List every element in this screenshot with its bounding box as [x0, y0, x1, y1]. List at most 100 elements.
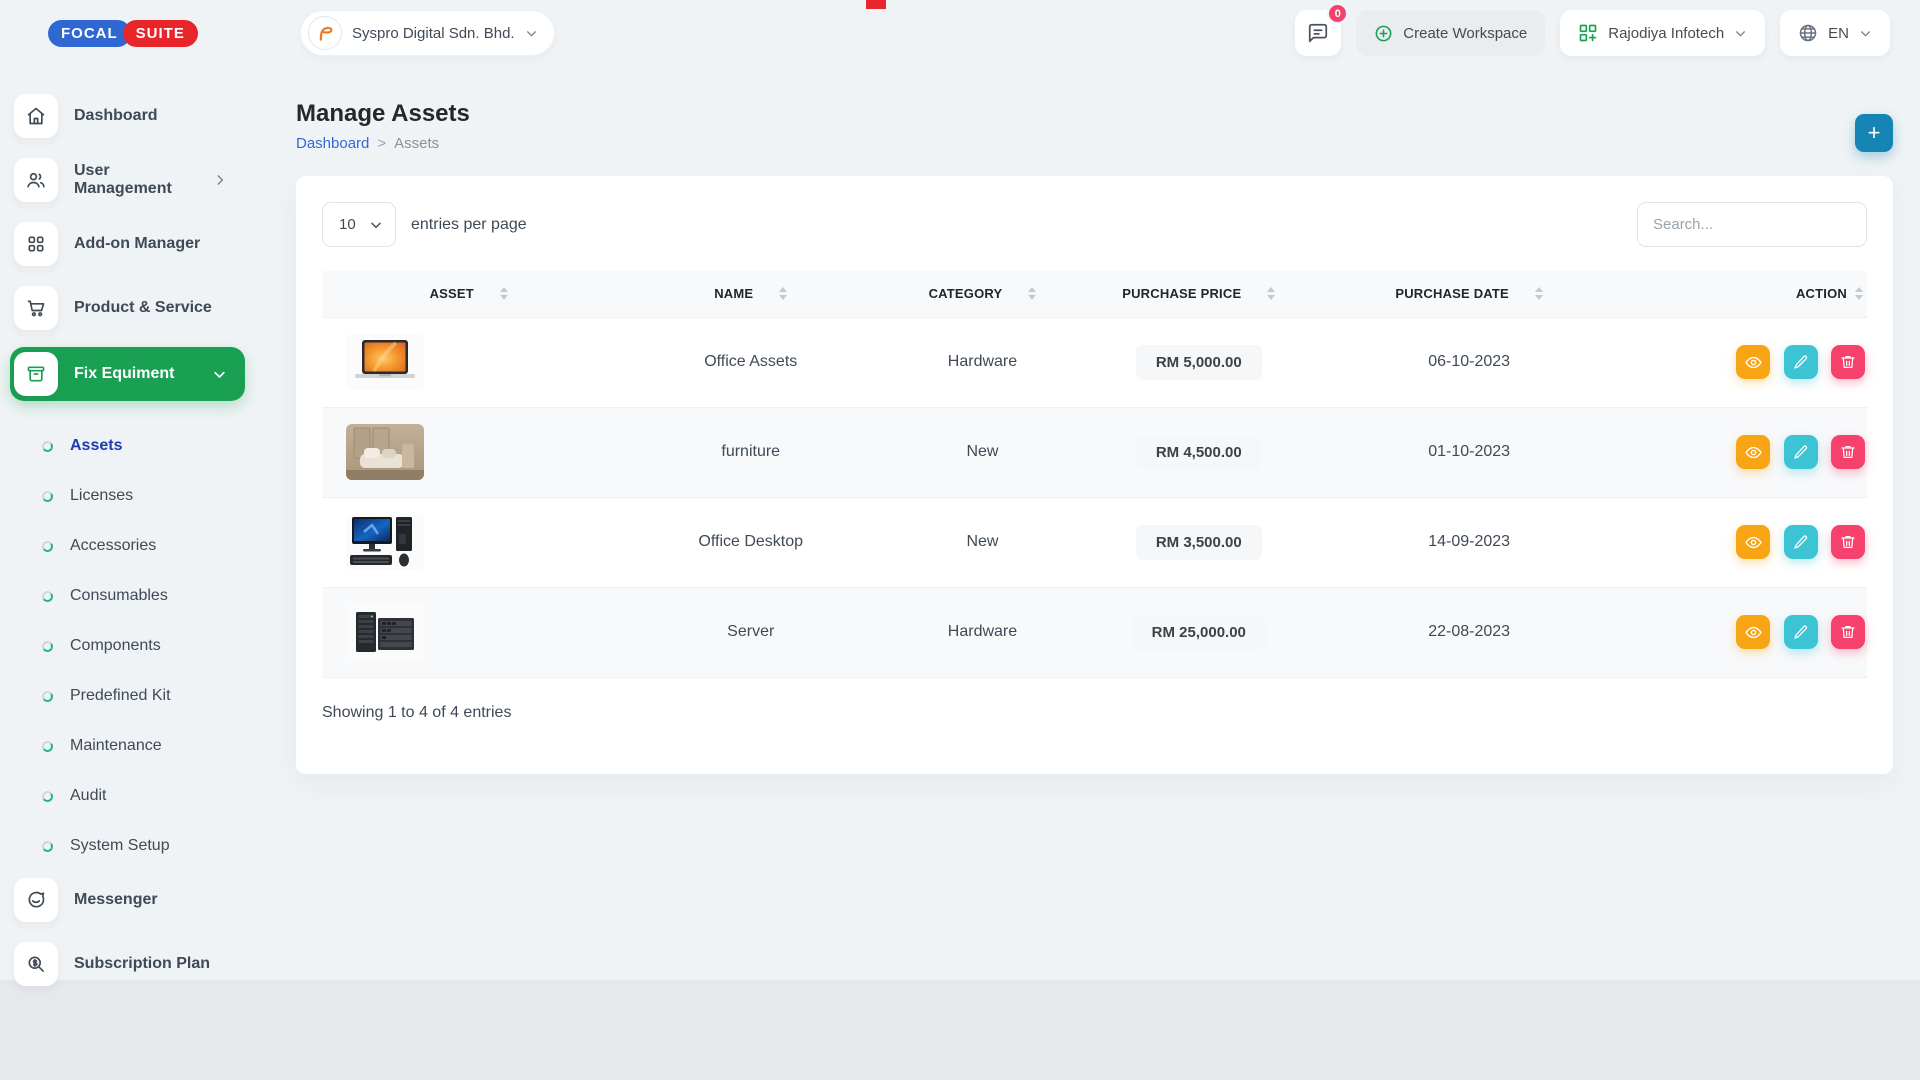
edit-button[interactable] [1784, 525, 1818, 559]
sort-icon [1535, 287, 1543, 300]
sidebar-item-fix-equipment[interactable]: Fix Equiment [10, 347, 245, 401]
language-label: EN [1828, 25, 1849, 42]
column-header-name[interactable]: NAME [616, 271, 886, 317]
sort-icon [1267, 287, 1275, 300]
company-selector[interactable]: Syspro Digital Sdn. Bhd. [300, 10, 555, 56]
eye-icon [1745, 534, 1762, 551]
asset-purchase-date: 14-09-2023 [1319, 497, 1620, 587]
pencil-icon [1793, 354, 1809, 370]
sidebar-item-addon-manager[interactable]: Add-on Manager [0, 219, 245, 269]
create-workspace-label: Create Workspace [1403, 25, 1527, 42]
sidebar-nav: Dashboard User Management Add-on Manager [0, 91, 255, 989]
add-asset-button[interactable]: + [1855, 114, 1893, 152]
fix-equipment-submenu: Assets Licenses Accessories Consumables … [0, 415, 255, 875]
workspace-selector[interactable]: Rajodiya Infotech [1560, 10, 1765, 56]
sort-icon [1028, 287, 1036, 300]
entries-control: 10 entries per page [322, 202, 527, 247]
column-header-label: PURCHASE PRICE [1122, 286, 1241, 301]
bullet-icon [41, 590, 54, 603]
sidebar-subitem-assets[interactable]: Assets [0, 421, 255, 471]
search-input[interactable] [1637, 202, 1867, 247]
bullet-icon [41, 490, 54, 503]
asset-name: furniture [616, 407, 886, 497]
sidebar-item-dashboard[interactable]: Dashboard [0, 91, 245, 141]
chevron-right-icon [213, 173, 227, 187]
sidebar-subitem-system-setup[interactable]: System Setup [0, 821, 255, 871]
create-workspace-button[interactable]: Create Workspace [1356, 10, 1545, 56]
notifications-button[interactable]: 0 [1295, 10, 1341, 56]
breadcrumb-current: Assets [394, 135, 439, 152]
sidebar-subitem-predefined-kit[interactable]: Predefined Kit [0, 671, 255, 721]
breadcrumb-dashboard-link[interactable]: Dashboard [296, 135, 369, 152]
search-dollar-icon [14, 942, 58, 986]
sidebar-subitem-accessories[interactable]: Accessories [0, 521, 255, 571]
asset-price: RM 25,000.00 [1132, 615, 1266, 650]
brand-logo[interactable]: FOCAL SUITE [48, 20, 255, 47]
page-title: Manage Assets [296, 100, 1895, 128]
eye-icon [1745, 624, 1762, 641]
app-page: FOCAL SUITE Dashboard User Management [0, 0, 1920, 1080]
asset-purchase-date: 01-10-2023 [1319, 407, 1620, 497]
column-header-action[interactable]: ACTION [1620, 271, 1867, 317]
edit-button[interactable] [1784, 615, 1818, 649]
sidebar-subitem-label: System Setup [70, 837, 170, 855]
sidebar-subitem-audit[interactable]: Audit [0, 771, 255, 821]
workspace-grid-icon [1578, 23, 1598, 43]
circle-plus-icon [1374, 24, 1393, 43]
column-header-purchase-date[interactable]: PURCHASE DATE [1319, 271, 1620, 317]
trash-icon [1840, 354, 1856, 370]
eye-icon [1745, 444, 1762, 461]
brand-logo-left: FOCAL [48, 20, 131, 47]
trash-icon [1840, 534, 1856, 550]
view-button[interactable] [1736, 615, 1770, 649]
chevron-down-icon [1859, 27, 1872, 40]
sidebar-item-messenger[interactable]: Messenger [0, 875, 245, 925]
page-size-value: 10 [339, 216, 356, 233]
column-header-category[interactable]: CATEGORY [886, 271, 1079, 317]
sidebar-item-label: Messenger [74, 891, 158, 909]
sidebar-subitem-licenses[interactable]: Licenses [0, 471, 255, 521]
delete-button[interactable] [1831, 615, 1865, 649]
language-selector[interactable]: EN [1780, 10, 1890, 56]
asset-image-desktop-computer [346, 514, 424, 570]
main-content: Manage Assets Dashboard > Assets + 10 en… [255, 66, 1920, 774]
sidebar-subitem-maintenance[interactable]: Maintenance [0, 721, 255, 771]
grid-icon [14, 222, 58, 266]
equipment-box-icon [14, 352, 58, 396]
trash-icon [1840, 624, 1856, 640]
delete-button[interactable] [1831, 345, 1865, 379]
delete-button[interactable] [1831, 435, 1865, 469]
view-button[interactable] [1736, 525, 1770, 559]
page-bottom-band [0, 980, 1920, 1080]
breadcrumb: Dashboard > Assets [296, 135, 1895, 152]
sidebar-subitem-components[interactable]: Components [0, 621, 255, 671]
asset-category: Hardware [886, 317, 1079, 407]
sidebar-subitem-consumables[interactable]: Consumables [0, 571, 255, 621]
sidebar-subitem-label: Audit [70, 787, 106, 805]
column-header-purchase-price[interactable]: PURCHASE PRICE [1079, 271, 1318, 317]
bullet-icon [41, 640, 54, 653]
edit-button[interactable] [1784, 345, 1818, 379]
delete-button[interactable] [1831, 525, 1865, 559]
asset-price: RM 3,500.00 [1136, 525, 1262, 560]
table-row: Office Assets Hardware RM 5,000.00 06-10… [322, 317, 1867, 407]
view-button[interactable] [1736, 435, 1770, 469]
bullet-icon [41, 740, 54, 753]
eye-icon [1745, 354, 1762, 371]
asset-price: RM 4,500.00 [1136, 435, 1262, 470]
bullet-icon [41, 440, 54, 453]
globe-icon [1798, 23, 1818, 43]
view-button[interactable] [1736, 345, 1770, 379]
cart-icon [14, 286, 58, 330]
workspace-name: Rajodiya Infotech [1608, 25, 1724, 42]
column-header-asset[interactable]: ASSET [322, 271, 616, 317]
sidebar-item-product-service[interactable]: Product & Service [0, 283, 245, 333]
page-size-select[interactable]: 10 [322, 202, 396, 247]
chevron-down-icon [1734, 27, 1747, 40]
topbar-actions: 0 Create Workspace Rajodiya Infotech EN [1295, 10, 1890, 56]
sidebar-item-subscription-plan[interactable]: Subscription Plan [0, 939, 245, 989]
edit-button[interactable] [1784, 435, 1818, 469]
chevron-down-icon [525, 27, 538, 40]
brand-logo-right: SUITE [123, 20, 198, 47]
sidebar-item-user-management[interactable]: User Management [0, 155, 245, 205]
